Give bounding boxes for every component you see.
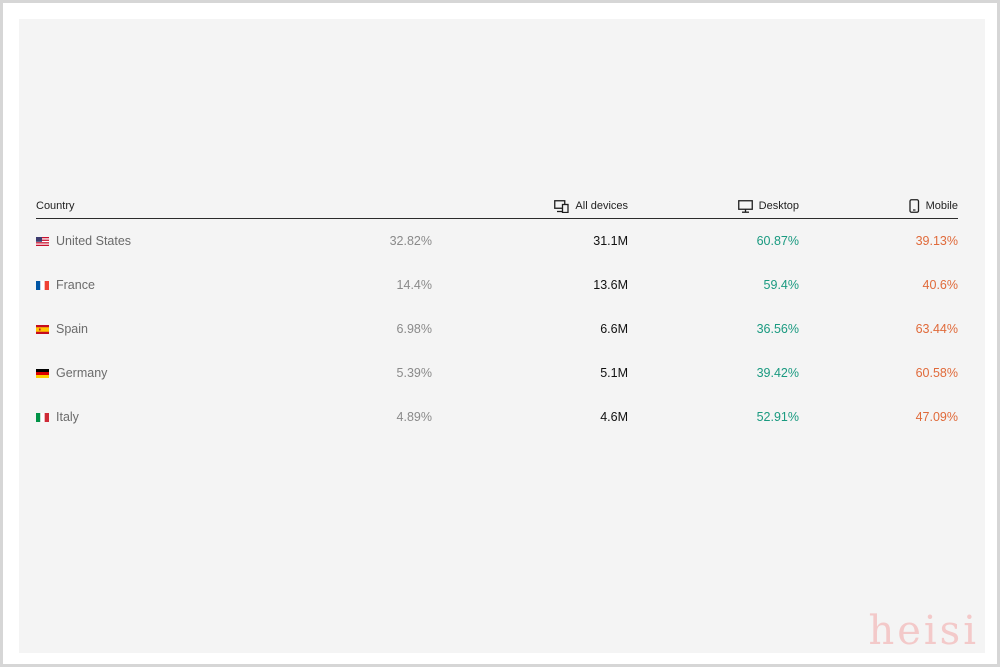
- fr-flag-icon: [36, 280, 49, 290]
- mobile-share: 60.58%: [915, 366, 958, 380]
- header-desktop-label: Desktop: [758, 200, 799, 212]
- table-row[interactable]: Germany 5.39% 5.1M 39.42% 60.58%: [36, 351, 958, 395]
- mobile-icon: [908, 199, 919, 213]
- header-country-label: Country: [36, 200, 75, 212]
- devices-icon: [554, 199, 570, 213]
- country-name: Germany: [56, 366, 108, 380]
- country-name: United States: [56, 234, 132, 248]
- all-devices-value: 13.6M: [593, 278, 628, 292]
- table-header: Country All devices Desktop Mobile: [36, 194, 958, 219]
- country-cell: Italy: [36, 409, 79, 425]
- country-traffic-table: Country All devices Desktop Mobile Unite…: [36, 194, 958, 439]
- table-row[interactable]: France 14.4% 13.6M 59.4% 40.6%: [36, 263, 958, 307]
- all-devices-value: 5.1M: [600, 366, 628, 380]
- mobile-share: 47.09%: [915, 410, 958, 424]
- header-mobile-label: Mobile: [925, 200, 958, 212]
- country-cell: Spain: [36, 321, 88, 337]
- es-flag-icon: [36, 324, 49, 334]
- country-name: Spain: [56, 322, 88, 336]
- us-flag-icon: [36, 236, 49, 246]
- mobile-share: 40.6%: [922, 278, 958, 292]
- header-all-devices[interactable]: All devices: [554, 198, 628, 214]
- desktop-share: 52.91%: [756, 410, 799, 424]
- desktop-icon: [737, 199, 753, 213]
- watermark: heisi: [868, 608, 979, 654]
- traffic-share: 5.39%: [396, 366, 432, 380]
- header-mobile[interactable]: Mobile: [908, 198, 958, 214]
- all-devices-value: 31.1M: [593, 234, 628, 248]
- mobile-share: 39.13%: [915, 234, 958, 248]
- header-desktop[interactable]: Desktop: [737, 198, 799, 214]
- traffic-share: 6.98%: [396, 322, 432, 336]
- country-cell: United States: [36, 233, 131, 249]
- country-cell: Germany: [36, 365, 107, 381]
- screenshot-frame: Country All devices Desktop Mobile Unite…: [0, 0, 1000, 667]
- traffic-share: 4.89%: [396, 410, 432, 424]
- header-all-devices-label: All devices: [575, 200, 628, 212]
- header-country[interactable]: Country: [36, 198, 75, 214]
- mobile-share: 63.44%: [915, 322, 958, 336]
- traffic-share: 14.4%: [396, 278, 432, 292]
- it-flag-icon: [36, 412, 49, 422]
- all-devices-value: 4.6M: [600, 410, 628, 424]
- all-devices-value: 6.6M: [600, 322, 628, 336]
- de-flag-icon: [36, 368, 49, 378]
- traffic-share: 32.82%: [389, 234, 432, 248]
- country-cell: France: [36, 277, 95, 293]
- country-name: France: [56, 278, 95, 292]
- desktop-share: 39.42%: [756, 366, 799, 380]
- country-name: Italy: [56, 410, 79, 424]
- table-row[interactable]: Italy 4.89% 4.6M 52.91% 47.09%: [36, 395, 958, 439]
- table-row[interactable]: Spain 6.98% 6.6M 36.56% 63.44%: [36, 307, 958, 351]
- desktop-share: 60.87%: [756, 234, 799, 248]
- traffic-by-country-panel: Country All devices Desktop Mobile Unite…: [19, 19, 985, 653]
- desktop-share: 59.4%: [763, 278, 799, 292]
- table-row[interactable]: United States 32.82% 31.1M 60.87% 39.13%: [36, 219, 958, 263]
- desktop-share: 36.56%: [756, 322, 799, 336]
